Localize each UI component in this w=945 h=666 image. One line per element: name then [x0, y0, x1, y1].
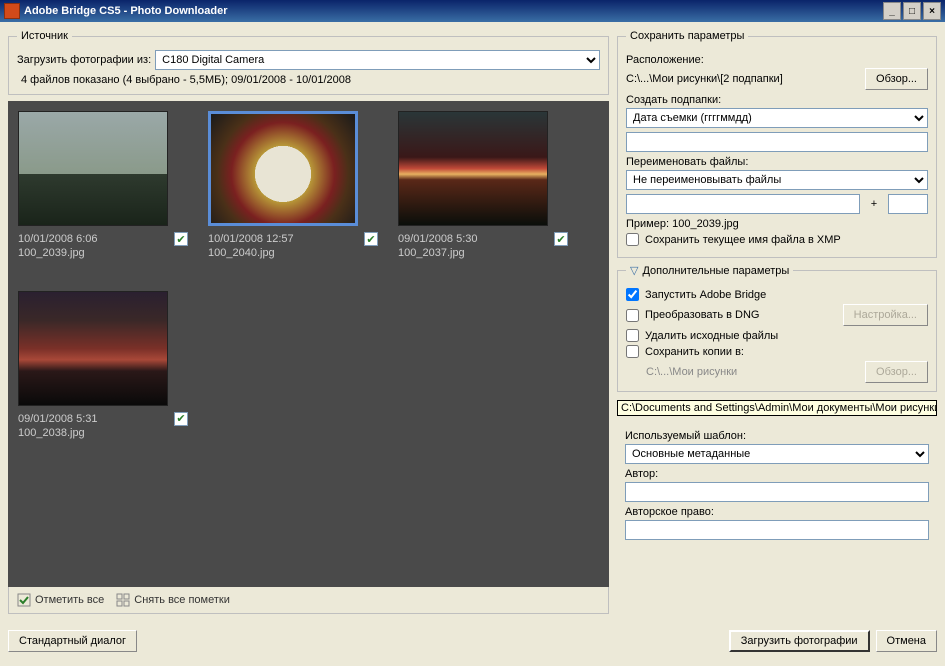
template-select[interactable]: Основные метаданные	[625, 444, 929, 464]
thumbnail-date: 09/01/2008 5:30	[398, 232, 478, 246]
thumbnail-filename: 100_2038.jpg	[18, 426, 98, 440]
thumbnail-image[interactable]	[18, 111, 168, 226]
save-xmp-checkbox[interactable]: Сохранить текущее имя файла в XMP	[626, 233, 928, 246]
device-select[interactable]: C180 Digital Camera	[155, 50, 600, 70]
close-button[interactable]: ×	[923, 2, 941, 20]
rename-prefix-input[interactable]	[626, 194, 860, 214]
thumbnail[interactable]: 09/01/2008 5:31100_2038.jpg ✔	[18, 291, 188, 441]
plus-label: +	[866, 198, 882, 210]
load-from-label: Загрузить фотографии из:	[17, 54, 151, 66]
rename-number-input[interactable]	[888, 194, 928, 214]
subfolders-label: Создать подпапки:	[626, 94, 928, 106]
thumbnail[interactable]: 10/01/2008 12:57100_2040.jpg ✔	[208, 111, 378, 261]
source-group: Источник Загрузить фотографии из: C180 D…	[8, 30, 609, 95]
location-path: C:\...\Мои рисунки\[2 подпапки]	[626, 73, 859, 85]
dng-settings-button[interactable]: Настройка...	[843, 304, 928, 326]
launch-bridge-checkbox[interactable]: Запустить Adobe Bridge	[626, 288, 928, 301]
thumbnail[interactable]: 10/01/2008 6:06100_2039.jpg ✔	[18, 111, 188, 261]
thumbnail-checkbox[interactable]: ✔	[364, 232, 378, 246]
save-legend: Сохранить параметры	[626, 30, 748, 42]
minimize-button[interactable]: _	[883, 2, 901, 20]
thumbnail-filename: 100_2039.jpg	[18, 246, 98, 260]
thumbnail-meta: 10/01/2008 12:57100_2040.jpg	[208, 232, 294, 261]
thumbnail-filename: 100_2040.jpg	[208, 246, 294, 260]
subfolder-custom-input[interactable]	[626, 132, 928, 152]
copyright-input[interactable]	[625, 520, 929, 540]
thumbnail-image[interactable]	[18, 291, 168, 406]
advanced-legend: ▽Дополнительные параметры	[626, 264, 793, 277]
copies-path: C:\...\Мои рисунки	[626, 366, 859, 378]
thumbnail[interactable]: 09/01/2008 5:30100_2037.jpg ✔	[398, 111, 568, 261]
title-bar: Adobe Bridge CS5 - Photo Downloader _ □ …	[0, 0, 945, 22]
cancel-button[interactable]: Отмена	[876, 630, 937, 652]
thumbnail-filename: 100_2037.jpg	[398, 246, 478, 260]
delete-originals-checkbox[interactable]: Удалить исходные файлы	[626, 329, 928, 342]
thumbnail-date: 09/01/2008 5:31	[18, 412, 98, 426]
thumbs-toolbar: Отметить все Снять все пометки	[8, 587, 609, 614]
thumbnail-date: 10/01/2008 6:06	[18, 232, 98, 246]
app-icon	[4, 3, 20, 19]
save-copies-checkbox[interactable]: Сохранить копии в:	[626, 345, 928, 358]
uncheck-all-button[interactable]: Снять все пометки	[116, 593, 230, 607]
thumbnail-checkbox[interactable]: ✔	[174, 412, 188, 426]
window-controls: _ □ ×	[881, 2, 941, 20]
disclosure-icon[interactable]: ▽	[630, 265, 638, 277]
convert-dng-checkbox[interactable]: Преобразовать в DNG	[626, 309, 837, 322]
browse-copies-button[interactable]: Обзор...	[865, 361, 928, 383]
thumbnail-image[interactable]	[208, 111, 358, 226]
check-all-icon	[17, 593, 31, 607]
template-label: Используемый шаблон:	[625, 430, 929, 442]
thumbnail-image[interactable]	[398, 111, 548, 226]
thumbnail-date: 10/01/2008 12:57	[208, 232, 294, 246]
save-group: Сохранить параметры Расположение: C:\...…	[617, 30, 937, 258]
subfolders-select[interactable]: Дата съемки (ггггммдд)	[626, 108, 928, 128]
source-legend: Источник	[17, 30, 72, 42]
uncheck-all-icon	[116, 593, 130, 607]
path-tooltip: C:\Documents and Settings\Admin\Мои доку…	[617, 400, 937, 416]
source-status: 4 файлов показано (4 выбрано - 5,5МБ); 0…	[21, 74, 600, 86]
metadata-group: Используемый шаблон: Основные метаданные…	[617, 422, 937, 548]
download-button[interactable]: Загрузить фотографии	[729, 630, 870, 652]
location-label: Расположение:	[626, 54, 928, 66]
standard-dialog-button[interactable]: Стандартный диалог	[8, 630, 137, 652]
thumbnail-meta: 10/01/2008 6:06100_2039.jpg	[18, 232, 98, 261]
author-label: Автор:	[625, 468, 929, 480]
thumbnail-checkbox[interactable]: ✔	[554, 232, 568, 246]
rename-label: Переименовать файлы:	[626, 156, 928, 168]
copyright-label: Авторское право:	[625, 506, 929, 518]
browse-location-button[interactable]: Обзор...	[865, 68, 928, 90]
advanced-group: ▽Дополнительные параметры Запустить Adob…	[617, 264, 937, 392]
maximize-button[interactable]: □	[903, 2, 921, 20]
thumbnail-meta: 09/01/2008 5:31100_2038.jpg	[18, 412, 98, 441]
rename-select[interactable]: Не переименовывать файлы	[626, 170, 928, 190]
thumbnail-checkbox[interactable]: ✔	[174, 232, 188, 246]
check-all-button[interactable]: Отметить все	[17, 593, 104, 607]
thumbnail-meta: 09/01/2008 5:30100_2037.jpg	[398, 232, 478, 261]
author-input[interactable]	[625, 482, 929, 502]
window-title: Adobe Bridge CS5 - Photo Downloader	[24, 5, 228, 17]
example-value: 100_2039.jpg	[672, 218, 739, 230]
example-label: Пример:	[626, 218, 669, 230]
dialog-footer: Стандартный диалог Загрузить фотографии …	[0, 622, 945, 660]
thumbnails-viewport[interactable]: 10/01/2008 6:06100_2039.jpg✔10/01/2008 1…	[8, 101, 609, 587]
